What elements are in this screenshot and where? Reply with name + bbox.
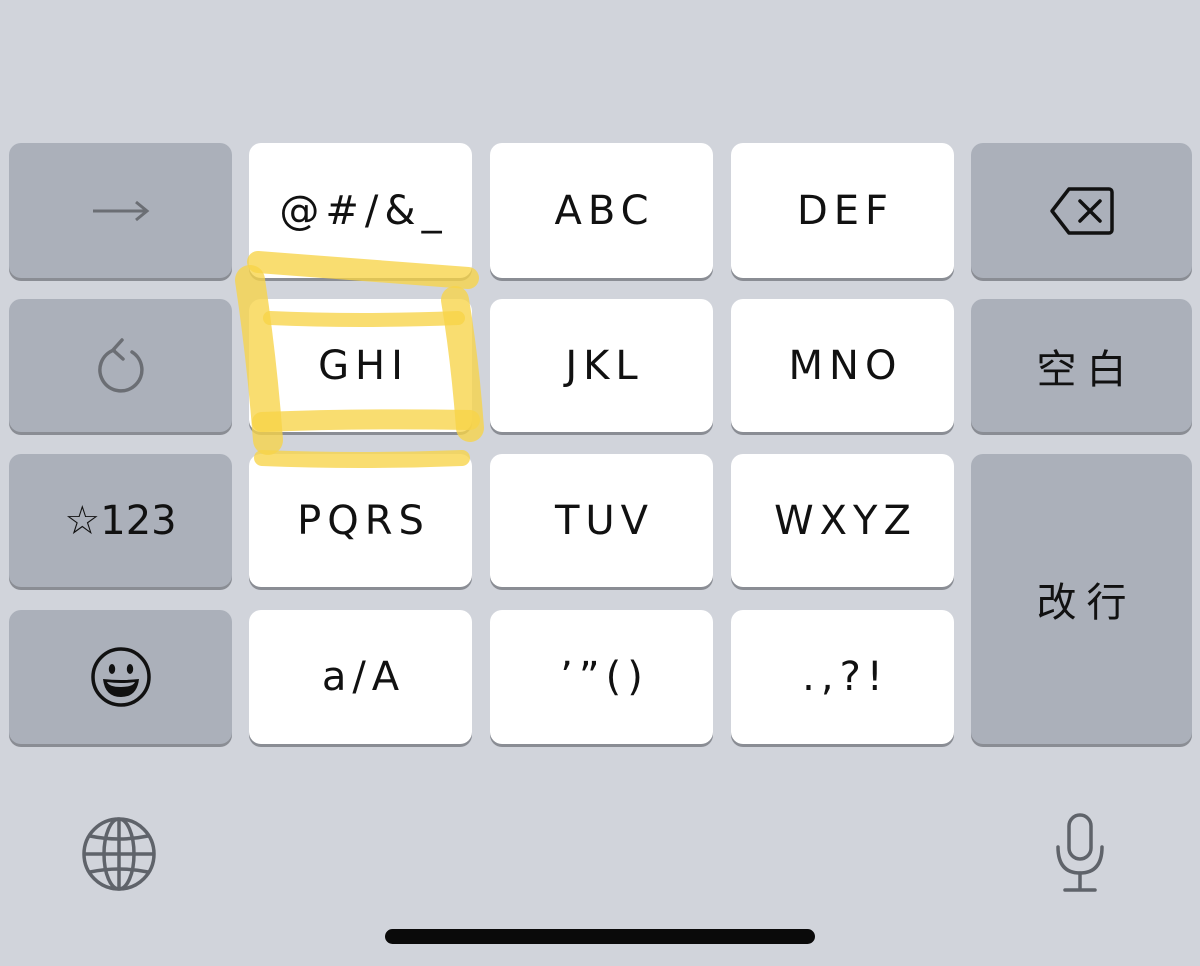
pqrs-key[interactable]: PQRS [249,454,472,587]
abc-key[interactable]: ABC [490,143,713,278]
symbols-123-key-label: ☆123 [64,497,177,544]
symbols-key-label: @#/&_ [279,187,448,234]
punctuation-key-label: .,?! [802,654,889,700]
microphone-icon [1050,811,1110,895]
jkl-key-label: JKL [565,342,644,389]
backspace-icon [1049,186,1115,236]
delete-key[interactable] [971,143,1192,278]
globe-button[interactable] [78,814,160,894]
pqrs-key-label: PQRS [297,497,430,544]
wxyz-key[interactable]: WXYZ [731,454,954,587]
mno-key-label: MNO [788,342,903,389]
microphone-button[interactable] [1045,808,1115,898]
jkl-key[interactable]: JKL [490,299,713,432]
case-toggle-key[interactable]: a/A [249,610,472,744]
space-key[interactable]: 空白 [971,299,1192,432]
next-key[interactable] [9,143,232,278]
tuv-key-label: TUV [554,497,655,544]
case-toggle-key-label: a/A [321,654,406,700]
undo-icon [95,336,147,396]
quotes-key-label: ’”() [560,654,649,700]
return-key-label: 改行 [1036,580,1137,626]
abc-key-label: ABC [554,187,655,234]
home-indicator [385,929,815,944]
space-key-label: 空白 [1036,346,1137,393]
symbols-key[interactable]: @#/&_ [249,143,472,278]
wxyz-key-label: WXYZ [774,497,917,544]
return-key[interactable]: 改行 [971,454,1192,744]
arrow-right-icon [91,199,151,223]
punctuation-key[interactable]: .,?! [731,610,954,744]
undo-key[interactable] [9,299,232,432]
emoji-key[interactable] [9,610,232,744]
def-key[interactable]: DEF [731,143,954,278]
tuv-key[interactable]: TUV [490,454,713,587]
symbols-123-key[interactable]: ☆123 [9,454,232,587]
def-key-label: DEF [796,187,895,234]
globe-icon [80,815,158,893]
ghi-key[interactable]: GHI [249,299,472,432]
quotes-key[interactable]: ’”() [490,610,713,744]
emoji-face-icon [89,645,153,709]
mno-key[interactable]: MNO [731,299,954,432]
ghi-key-label: GHI [318,342,409,389]
